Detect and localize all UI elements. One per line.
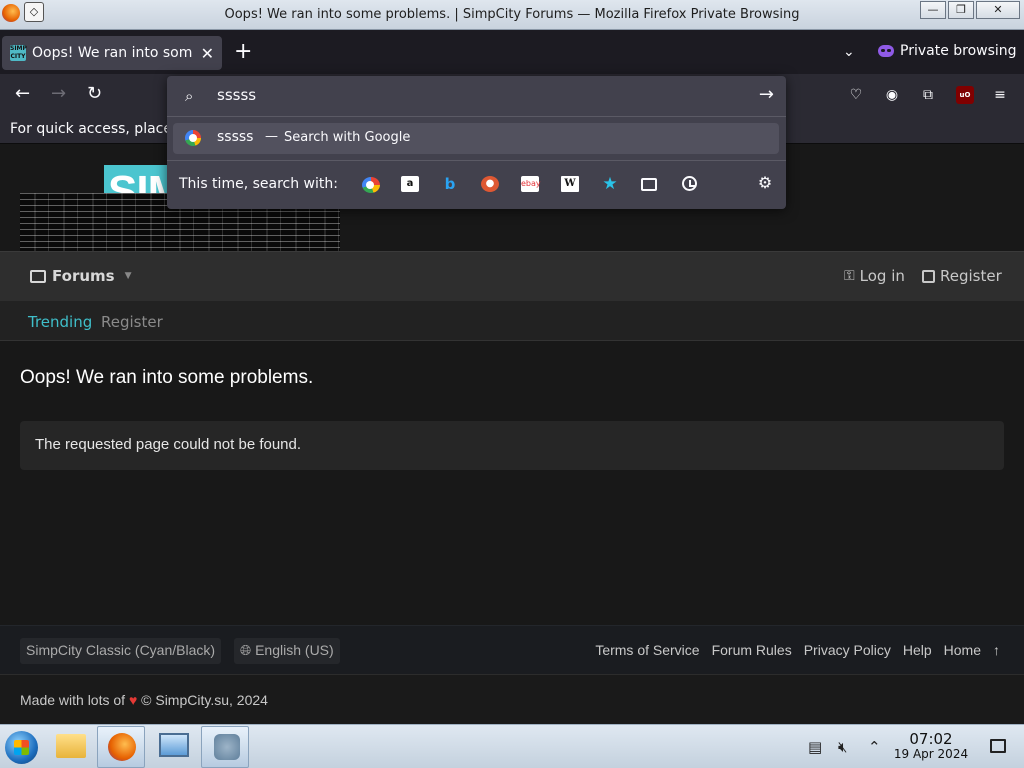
error-message: The requested page could not be found. (35, 436, 302, 453)
language-label: English (US) (255, 642, 334, 658)
taskbar: ▤ 🔇︎ ⌃ 07:02 19 Apr 2024 (0, 724, 1024, 768)
show-desktop-icon[interactable] (990, 739, 1006, 753)
heart-icon: ♥ (128, 692, 138, 708)
menu-icon[interactable]: ≡ (991, 86, 1009, 104)
taskbar-file-manager[interactable] (46, 726, 94, 768)
key-icon: ⚿ (844, 268, 855, 284)
private-mask-icon (878, 45, 894, 57)
search-icon: ⌕ (185, 87, 194, 105)
private-browsing-indicator: Private browsing (878, 43, 1017, 59)
clock-time: 07:02 (909, 730, 953, 748)
tab-simpcity[interactable]: SIMP CITY Oops! We ran into some problem… (2, 36, 222, 70)
bing-icon[interactable]: b (441, 176, 459, 192)
clipboard-tray-icon[interactable]: ▤ (808, 738, 822, 756)
volume-muted-icon[interactable]: 🔇︎ (838, 738, 847, 756)
nav-forums[interactable]: Forums ▼ (30, 267, 132, 285)
scroll-top-icon[interactable]: ↑ (993, 642, 1000, 658)
ublock-origin-icon[interactable]: uO (956, 86, 974, 104)
language-chooser-link[interactable]: 🌐︎ English (US) (234, 638, 340, 664)
window-title: Oops! We ran into some problems. | SimpC… (224, 7, 800, 22)
footer-links-bar: SimpCity Classic (Cyan/Black) 🌐︎ English… (0, 625, 1024, 675)
globe-icon: 🌐︎ (240, 642, 256, 658)
amazon-icon[interactable]: a (401, 176, 419, 192)
suggestion-action: Search with Google (284, 130, 411, 145)
footer-link-terms[interactable]: Terms of Service (595, 642, 699, 658)
site-navigation: Forums ▼ ⚿ Log in Register (0, 251, 1024, 301)
wikipedia-icon[interactable]: W (561, 176, 579, 192)
tab-title: Oops! We ran into some problems. | SimpC… (32, 45, 192, 61)
urlbar-dropdown: ⌕ sssss → sssss — Search with Google Thi… (167, 76, 786, 209)
search-settings-icon[interactable]: ⚙ (756, 175, 774, 191)
chevron-up-icon[interactable]: ⌃ (868, 738, 881, 756)
folder-icon (56, 734, 86, 758)
taskbar-control-panel[interactable] (201, 726, 249, 768)
forums-icon (30, 269, 46, 283)
clipboard-icon (922, 269, 935, 283)
bookmarks-hint: For quick access, place (10, 121, 172, 137)
chevron-down-icon[interactable]: ▼ (125, 271, 132, 281)
bookmarks-icon[interactable]: ★ (601, 176, 619, 193)
register-link[interactable]: Register (922, 267, 1002, 285)
suggestion-separator: — (265, 129, 278, 144)
settings-icon (214, 734, 240, 760)
web-page: SIMP Forums ▼ ⚿ Log in Register Trending… (0, 145, 1024, 724)
taskbar-system-settings[interactable] (149, 726, 197, 768)
register-label: Register (940, 267, 1002, 285)
google-icon (185, 130, 201, 146)
page-title: Oops! We ran into some problems. (20, 367, 314, 388)
start-button[interactable] (5, 731, 38, 764)
divider (167, 116, 786, 117)
back-icon[interactable]: ← (15, 84, 30, 104)
window-titlebar: ◇ Oops! We ran into some problems. | Sim… (0, 0, 1024, 30)
monitor-icon (159, 733, 189, 757)
divider (167, 160, 786, 161)
footer-link-home[interactable]: Home (944, 642, 981, 658)
history-icon[interactable] (682, 176, 697, 191)
sub-navigation: Trending Register (0, 301, 1024, 341)
taskbar-firefox[interactable] (97, 726, 145, 768)
suggestion-query: sssss (217, 129, 254, 145)
close-tab-button[interactable]: ✕ (201, 44, 214, 63)
firefox-icon (108, 733, 136, 761)
footer-link-rules[interactable]: Forum Rules (712, 642, 792, 658)
google-icon[interactable] (362, 177, 380, 193)
clock-date: 19 Apr 2024 (893, 747, 969, 761)
system-clock[interactable]: 07:02 19 Apr 2024 (888, 731, 974, 761)
ebay-icon[interactable]: ebay (521, 176, 541, 192)
error-message-box: The requested page could not be found. (20, 421, 1004, 470)
login-label: Log in (859, 267, 905, 285)
copyright-text: Made with lots of ♥ © SimpCity.su, 2024 (20, 692, 268, 708)
one-off-label: This time, search with: (179, 176, 338, 192)
duckduckgo-icon[interactable]: ● (481, 176, 499, 192)
urlbar-input[interactable]: sssss (217, 86, 256, 104)
footer-copyright: Made with lots of ♥ © SimpCity.su, 2024 (0, 675, 1024, 724)
extensions-icon[interactable]: ⧉ (919, 86, 937, 104)
pocket-icon[interactable]: ♡ (847, 86, 865, 104)
tab-strip: SIMP CITY Oops! We ran into some problem… (0, 30, 1024, 74)
footer-nav: Terms of Service Forum Rules Privacy Pol… (595, 642, 1000, 658)
list-all-tabs-icon[interactable]: ⌄ (843, 44, 855, 60)
simpcity-favicon-icon: SIMP CITY (10, 45, 27, 61)
search-suggestion-row[interactable]: sssss — Search with Google (173, 123, 779, 154)
subnav-register-link[interactable]: Register (101, 313, 163, 331)
footer-link-privacy[interactable]: Privacy Policy (804, 642, 891, 658)
maximize-button[interactable]: ❐ (948, 1, 974, 19)
go-arrow-icon[interactable]: → (759, 84, 774, 105)
new-tab-button[interactable]: + (234, 41, 252, 63)
forward-icon[interactable]: → (51, 84, 66, 104)
nav-forums-label: Forums (52, 267, 115, 285)
close-window-button[interactable]: ✕ (976, 1, 1020, 19)
footer-link-help[interactable]: Help (903, 642, 932, 658)
made-with-label: Made with lots of (20, 692, 126, 708)
subnav-trending-link[interactable]: Trending (28, 313, 92, 331)
login-link[interactable]: ⚿ Log in (844, 267, 905, 285)
tabs-icon[interactable] (641, 178, 657, 191)
private-browsing-label: Private browsing (900, 43, 1017, 59)
account-icon[interactable]: ◉ (883, 86, 901, 104)
style-chooser-link[interactable]: SimpCity Classic (Cyan/Black) (20, 638, 222, 664)
copyright-label: © SimpCity.su, 2024 (141, 692, 268, 708)
reload-icon[interactable]: ↻ (87, 84, 102, 104)
minimize-button[interactable]: — (920, 1, 946, 19)
